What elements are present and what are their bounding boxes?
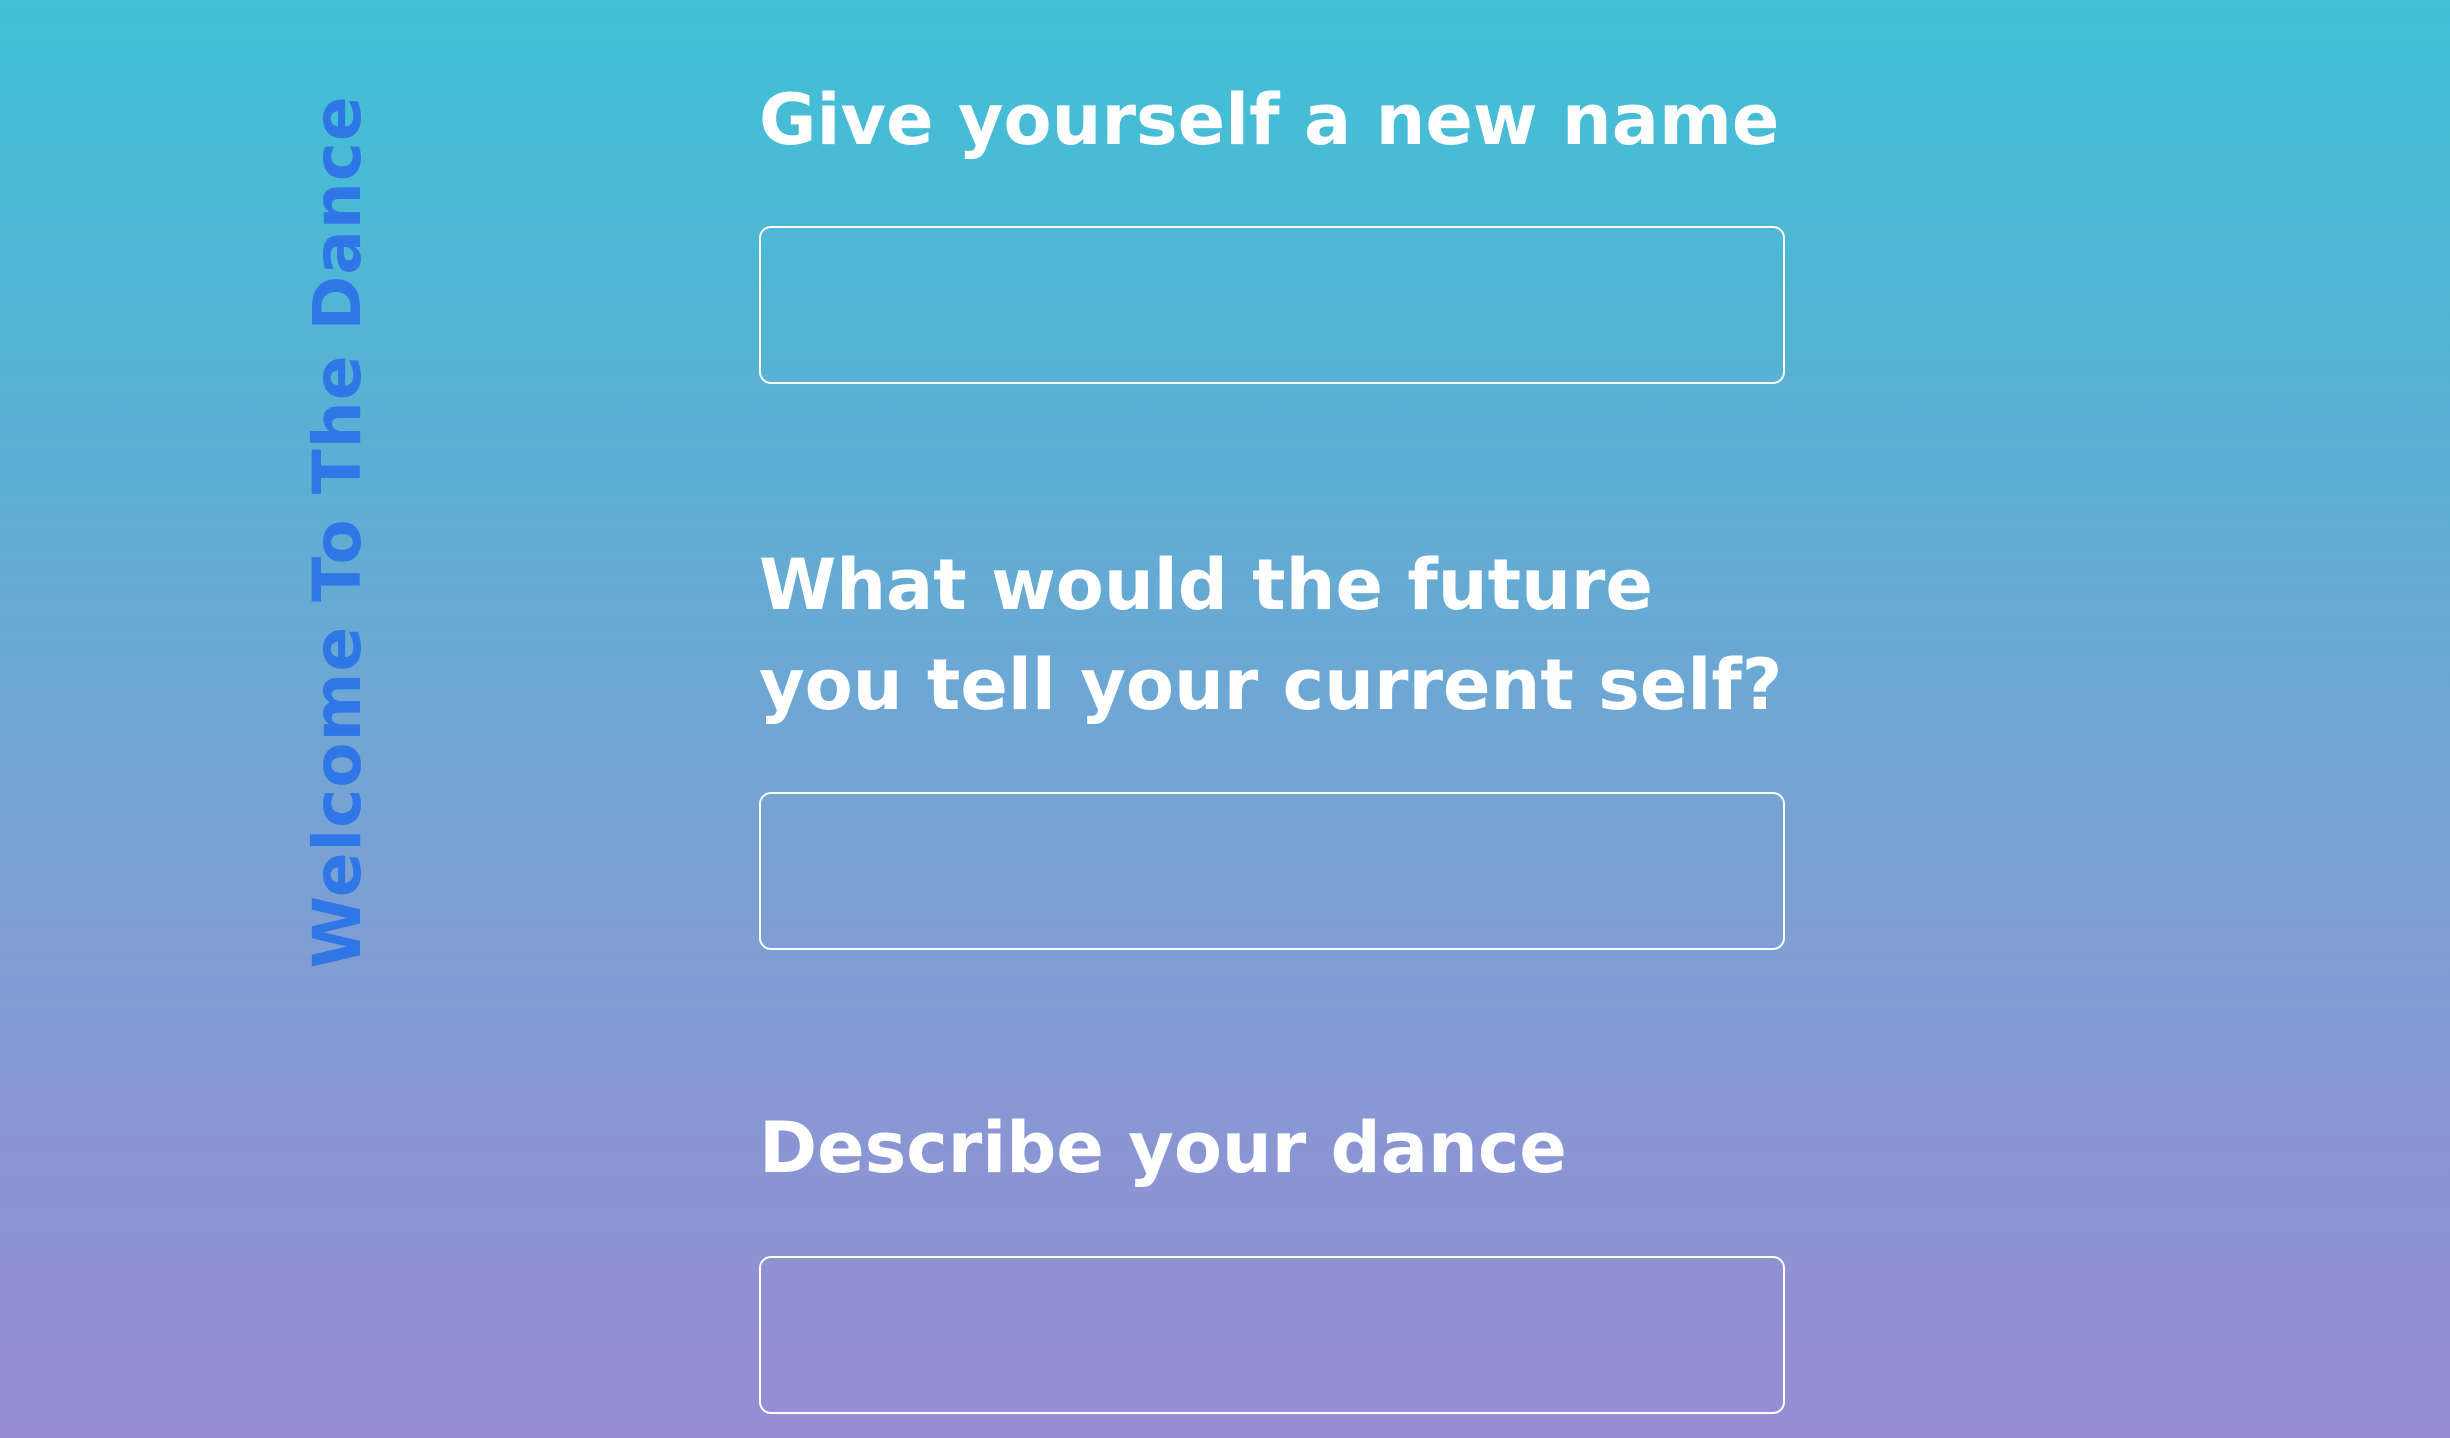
question-new-name-label: Give yourself a new name bbox=[759, 70, 1779, 170]
welcome-title: Welcome To The Dance bbox=[299, 95, 376, 969]
question-future-self-label: What would the future you tell your curr… bbox=[759, 535, 1782, 735]
question-future-self-line-1: What would the future bbox=[759, 544, 1653, 626]
describe-dance-input[interactable] bbox=[759, 1256, 1785, 1414]
future-self-input[interactable] bbox=[759, 792, 1785, 950]
question-new-name-line-1: Give yourself a new name bbox=[759, 79, 1780, 161]
question-describe-dance-label: Describe your dance bbox=[759, 1098, 1567, 1198]
new-name-input[interactable] bbox=[759, 226, 1785, 384]
question-future-self-line-2: you tell your current self? bbox=[759, 644, 1783, 726]
question-describe-dance-line-1: Describe your dance bbox=[759, 1107, 1567, 1189]
